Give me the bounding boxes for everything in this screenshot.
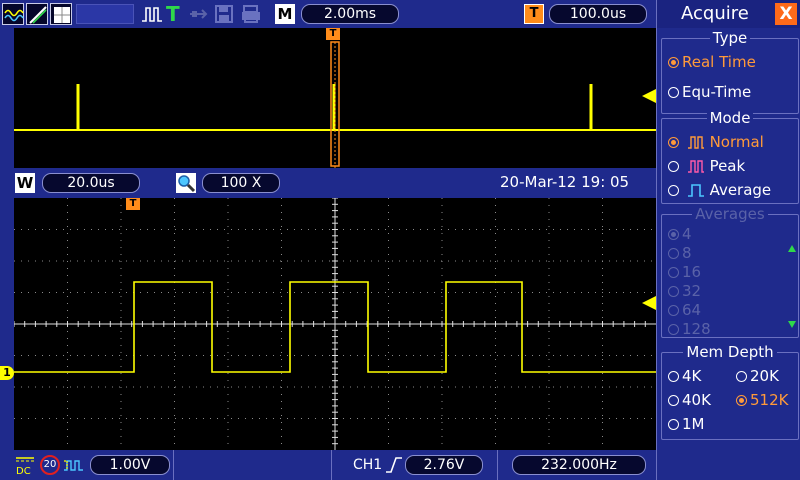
acquire-menu: Acquire X Type Real Time Equ-Time Mode N… <box>656 0 800 480</box>
dc-coupling-label: DC <box>16 466 31 477</box>
main-waveform-screen: T <box>13 197 656 450</box>
averages-option: 16 <box>668 263 701 282</box>
averages-option: 32 <box>668 282 701 301</box>
empty-status-slot <box>76 4 134 24</box>
mode-option-peak[interactable]: Peak <box>668 157 745 175</box>
mode-group-title: Mode <box>706 109 754 127</box>
mode-option-average[interactable]: Average <box>668 181 771 199</box>
averages-group-title: Averages <box>692 205 768 223</box>
overview-trace <box>14 38 656 168</box>
averages-option: 64 <box>668 301 701 320</box>
type-group-title: Type <box>709 29 751 47</box>
main-timebase-icon: M <box>275 4 295 24</box>
bandwidth-limit-icon: 20 <box>40 455 60 475</box>
run-waveform-icon <box>141 5 163 27</box>
averages-group: Averages 4 8 16 32 64 128 <box>661 205 799 339</box>
memory-overview-window: T <box>14 28 656 168</box>
mem-depth-group: Mem Depth 4K 20K 40K 512K 1M <box>661 343 799 440</box>
status-divider <box>331 450 332 480</box>
status-divider <box>173 450 174 480</box>
scroll-down-icon[interactable] <box>788 321 796 328</box>
average-mode-icon <box>687 184 704 197</box>
usb-icon <box>188 6 212 26</box>
averages-option: 128 <box>668 320 711 339</box>
trigger-source-label: CH1 <box>353 457 383 473</box>
averages-option: 4 <box>668 225 692 244</box>
trigger-position-readout[interactable]: 100.0us <box>549 4 647 24</box>
top-status-bar: T M 2.00ms T 100.0us <box>0 0 656 28</box>
scroll-up-icon[interactable] <box>788 245 796 252</box>
invert-waveform-icon <box>63 457 85 476</box>
printer-icon <box>240 4 262 28</box>
overview-trigger-level-marker <box>642 88 656 107</box>
normal-mode-icon <box>687 136 704 149</box>
overview-trigger-marker: T <box>326 28 340 40</box>
trigger-level-readout[interactable]: 2.76V <box>405 455 483 475</box>
peak-mode-icon <box>687 160 704 173</box>
zoom-factor-readout[interactable]: 100 X <box>202 173 280 193</box>
zoom-magnifier-icon <box>176 173 196 193</box>
line-display-icon[interactable] <box>26 3 48 25</box>
main-trace <box>13 197 656 450</box>
trigger-position-icon: T <box>524 4 544 24</box>
close-menu-button[interactable]: X <box>775 3 797 25</box>
mem-depth-option-4k[interactable]: 4K <box>668 367 701 385</box>
trigger-level-marker[interactable] <box>642 295 656 314</box>
mem-depth-option-512k[interactable]: 512K <box>736 391 788 409</box>
trigger-status-icon: T <box>166 2 180 26</box>
type-group: Type Real Time Equ-Time <box>661 29 799 114</box>
main-trigger-marker: T <box>126 198 140 210</box>
mem-depth-option-20k[interactable]: 20K <box>736 367 779 385</box>
mode-group: Mode Normal Peak Average <box>661 109 799 204</box>
ch1-volts-div-readout[interactable]: 1.00V <box>90 455 170 475</box>
date-time: 20-Mar-12 19: 05 <box>500 173 630 191</box>
averages-option: 8 <box>668 244 692 263</box>
timebase-readout[interactable]: 2.00ms <box>301 4 399 24</box>
waveform-display-icon[interactable] <box>2 3 24 25</box>
frequency-readout: 232.000Hz <box>512 455 646 475</box>
status-divider <box>497 450 498 480</box>
mem-depth-option-40k[interactable]: 40K <box>668 391 711 409</box>
type-option-equ-time[interactable]: Equ-Time <box>668 83 751 101</box>
coupling-indicator: DC <box>16 455 34 477</box>
grid-display-icon[interactable] <box>50 3 72 25</box>
save-disk-icon <box>214 4 234 28</box>
type-option-real-time[interactable]: Real Time <box>668 53 756 71</box>
mode-option-normal[interactable]: Normal <box>668 133 764 151</box>
window-timebase-readout[interactable]: 20.0us <box>42 173 140 193</box>
window-timebase-icon: W <box>15 173 35 193</box>
window-status-bar: W 20.0us 100 X 20-Mar-12 19: 05 <box>0 168 656 198</box>
channel-status-bar: DC 20 1.00V CH1 2.76V 232.000Hz <box>0 450 656 480</box>
mem-depth-option-1m[interactable]: 1M <box>668 415 705 433</box>
mem-depth-group-title: Mem Depth <box>683 343 777 361</box>
rising-edge-icon <box>385 456 403 478</box>
channel1-ground-marker[interactable]: 1 <box>0 366 14 380</box>
